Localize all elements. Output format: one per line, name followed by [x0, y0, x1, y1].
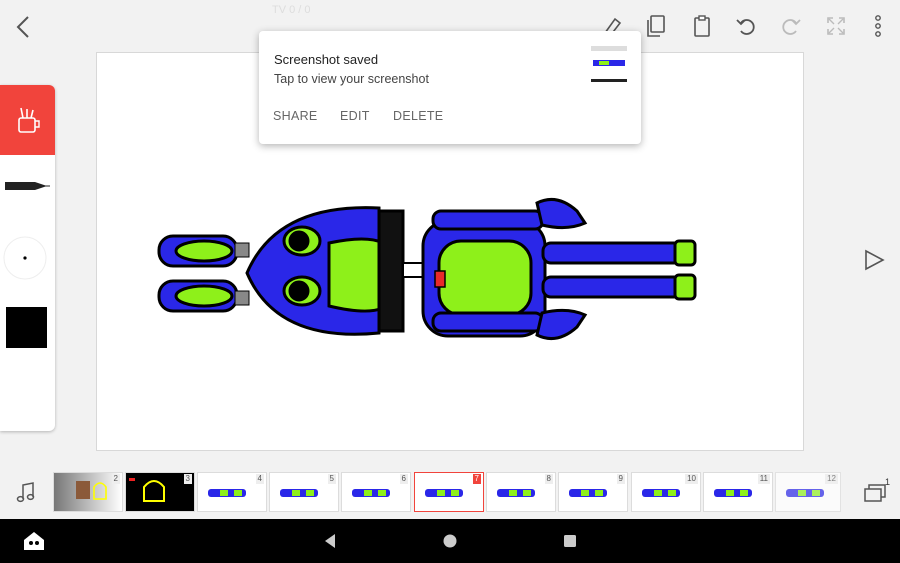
delete-button[interactable]: DELETE [393, 109, 443, 123]
frame-thumb-10[interactable]: 10 [631, 472, 701, 512]
house-people-icon [24, 532, 44, 550]
more-button[interactable] [866, 12, 890, 40]
thumbnail-image [591, 46, 627, 82]
frame-number: 3 [183, 474, 192, 484]
toast-subtitle: Tap to view your screenshot [274, 72, 429, 86]
fullscreen-icon [827, 17, 845, 35]
copy-icon [647, 15, 665, 37]
edit-button[interactable]: EDIT [340, 109, 370, 123]
frame-thumb-5[interactable]: 5 [269, 472, 339, 512]
frame-thumb-3[interactable]: 3 [125, 472, 195, 512]
brush-tools-button[interactable] [0, 85, 55, 155]
frame-number: 10 [685, 474, 698, 484]
frame-thumb-6[interactable]: 6 [341, 472, 411, 512]
square-recents-icon [564, 535, 576, 547]
current-color-swatch[interactable] [6, 307, 47, 348]
tool-panel [0, 85, 55, 431]
play-button[interactable] [856, 244, 892, 276]
frame-thumb-7[interactable]: 7 [414, 472, 484, 512]
recents-nav-button[interactable] [555, 519, 585, 563]
color-fill [6, 307, 47, 348]
frame-number: 4 [255, 474, 264, 484]
pen-tool-button[interactable] [0, 171, 55, 201]
more-vert-icon [875, 15, 881, 37]
redo-button[interactable] [777, 12, 805, 40]
system-nav-bar [0, 519, 900, 563]
frame-number: 7 [472, 474, 481, 484]
screenshot-toast[interactable]: Screenshot saved Tap to view your screen… [259, 31, 641, 144]
home-app-button[interactable] [14, 519, 54, 563]
layers-button[interactable]: 1 [858, 477, 892, 507]
frame-number: 8 [544, 474, 553, 484]
redo-icon [782, 19, 801, 35]
fullscreen-button[interactable] [822, 12, 850, 40]
frame-thumb-8[interactable]: 8 [486, 472, 556, 512]
screenshot-thumbnail[interactable] [591, 46, 627, 84]
pen-icon [4, 182, 50, 190]
circle-home-icon [443, 534, 457, 548]
brush-cup-icon [17, 107, 40, 133]
brush-size-icon [3, 236, 47, 280]
frame-number: 11 [757, 474, 770, 484]
frame-number: 2 [111, 474, 120, 484]
frame-number: 9 [616, 474, 625, 484]
undo-icon [736, 19, 755, 35]
copy-button[interactable] [642, 12, 670, 40]
brush-size-button[interactable] [2, 235, 48, 281]
music-button[interactable] [12, 477, 40, 507]
chevron-left-icon [16, 16, 29, 38]
frame-number: 5 [327, 474, 336, 484]
layer-count: 1 [884, 477, 890, 487]
paste-button[interactable] [688, 12, 716, 40]
layers-icon [864, 484, 886, 502]
status-title: TV 0 / 0 [272, 4, 311, 16]
toast-title: Screenshot saved [274, 52, 379, 67]
frame-number: 6 [399, 474, 408, 484]
music-note-icon [16, 482, 35, 503]
play-icon [865, 249, 885, 271]
frame-thumb-9[interactable]: 9 [558, 472, 628, 512]
undo-button[interactable] [732, 12, 760, 40]
back-button[interactable] [8, 12, 38, 42]
triangle-back-icon [325, 534, 335, 548]
back-nav-button[interactable] [315, 519, 345, 563]
home-nav-button[interactable] [435, 519, 465, 563]
frame-thumb-11[interactable]: 11 [703, 472, 773, 512]
frame-thumb-2[interactable]: 2 [53, 472, 123, 512]
frame-thumb-4[interactable]: 4 [197, 472, 267, 512]
frame-thumb-12[interactable]: 12 [775, 472, 841, 512]
paste-icon [694, 15, 710, 37]
frame-number: 12 [825, 474, 838, 484]
share-button[interactable]: SHARE [273, 109, 318, 123]
